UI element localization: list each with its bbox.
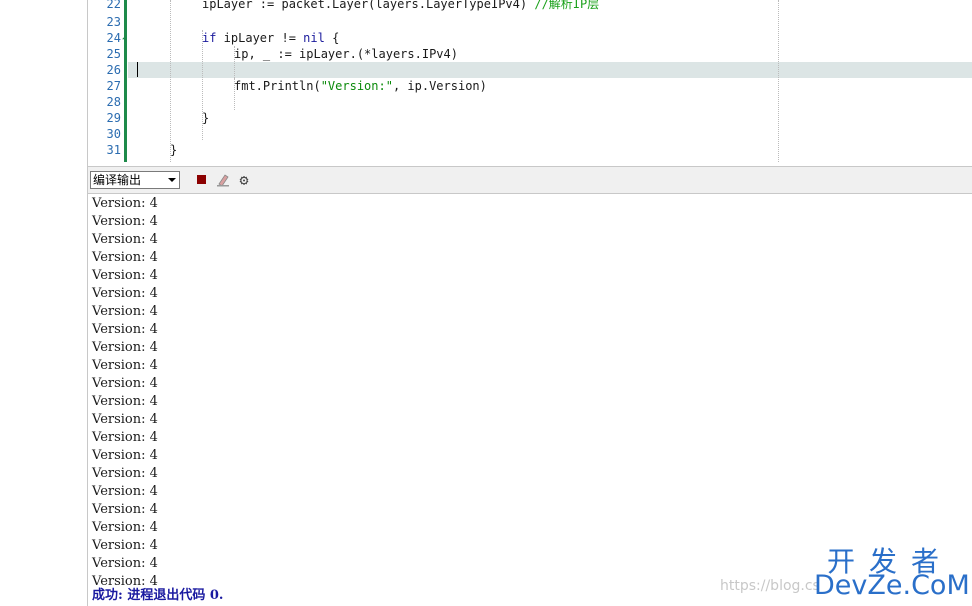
code-token: "Version:" (320, 79, 393, 93)
code-line: } (202, 110, 209, 126)
output-line: Version: 4 (92, 322, 158, 337)
output-line: Version: 4 (92, 430, 158, 445)
line-number: 24 (106, 31, 121, 45)
code-token: //解析IP层 (534, 0, 600, 11)
fold-marker-icon[interactable]: ◢ (122, 32, 127, 41)
line-number: 22 (106, 0, 121, 11)
gutter-separator (124, 0, 127, 162)
line-number: 23 (106, 15, 121, 29)
watermark-text: https://blog.cs (720, 578, 820, 594)
indent-guide (234, 78, 235, 110)
output-line: Version: 4 (92, 196, 158, 211)
code-token: { (324, 31, 340, 45)
output-line: Version: 4 (92, 502, 158, 517)
code-token: if (202, 31, 217, 45)
output-line: Version: 4 (92, 214, 158, 229)
output-type-select[interactable]: 编译输出 (90, 171, 180, 189)
line-number: 27 (106, 79, 121, 93)
line-number: 28 (106, 95, 121, 109)
output-line: Version: 4 (92, 394, 158, 409)
code-token: } (202, 111, 210, 125)
logo-bottom-text: DevZe.CoM (814, 570, 970, 601)
code-token: ip, _ := ipLayer.(*layers.IPv4) (234, 47, 458, 61)
output-line: Version: 4 (92, 376, 158, 391)
indent-guide (202, 30, 203, 140)
output-line: Version: 4 (92, 538, 158, 553)
output-line: Version: 4 (92, 484, 158, 499)
output-toolbar: 编译输出 ⚙ (88, 166, 972, 194)
code-line: } (170, 142, 177, 158)
code-text-area[interactable]: ipLayer := packet.Layer(layers.LayerType… (128, 0, 972, 162)
output-line: Version: 4 (92, 520, 158, 535)
clear-icon[interactable] (215, 172, 231, 188)
code-token: , ip.Version) (392, 79, 487, 93)
right-margin-guide (778, 0, 779, 162)
line-number: 29 (106, 111, 121, 125)
code-line: ip, _ := ipLayer.(*layers.IPv4) (234, 46, 458, 62)
output-line: Version: 4 (92, 448, 158, 463)
chevron-down-icon[interactable] (168, 178, 176, 182)
output-line: Version: 4 (92, 286, 158, 301)
gear-icon[interactable]: ⚙ (236, 172, 252, 188)
code-token: ipLayer != (216, 31, 304, 45)
code-token: fmt.Println( (234, 79, 321, 93)
code-line: ipLayer := packet.Layer(layers.LayerType… (202, 0, 599, 12)
output-line: Version: 4 (92, 232, 158, 247)
line-number: 26 (106, 63, 121, 77)
output-line: Version: 4 (92, 412, 158, 427)
output-line: Version: 4 (92, 358, 158, 373)
indent-guide (170, 0, 171, 162)
code-token: nil (303, 31, 325, 45)
output-line: Version: 4 (92, 340, 158, 355)
site-logo: 开发者 DevZe.CoM (814, 540, 970, 602)
output-line: Version: 4 (92, 466, 158, 481)
line-number: 31 (106, 143, 121, 157)
process-exit-status: 成功: 进程退出代码 0. (92, 588, 224, 603)
output-line: Version: 4 (92, 556, 158, 571)
code-editor[interactable]: 22 23 24 25 26 27 28 29 30 31 ◢ ipLayer := packet… (88, 0, 972, 162)
line-number-gutter: 22 23 24 25 26 27 28 29 30 31 (88, 0, 124, 162)
line-number: 30 (106, 127, 121, 141)
output-type-select-value: 编译输出 (93, 173, 142, 187)
code-line: if ipLayer != nil { (202, 30, 339, 46)
code-token: ipLayer := packet.Layer(layers.LayerType… (202, 0, 535, 11)
left-blank-area (0, 0, 88, 606)
code-line: fmt.Println("Version:", ip.Version) (234, 78, 487, 94)
line-number: 25 (106, 47, 121, 61)
output-line: Version: 4 (92, 268, 158, 283)
output-line: Version: 4 (92, 304, 158, 319)
code-token: } (170, 143, 178, 157)
stop-icon[interactable] (194, 172, 210, 188)
output-line: Version: 4 (92, 250, 158, 265)
